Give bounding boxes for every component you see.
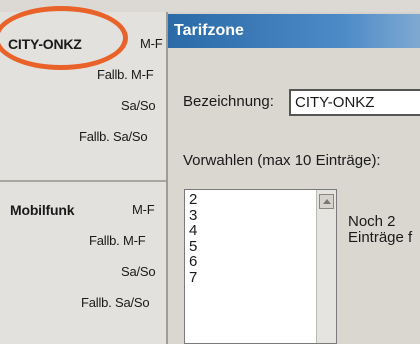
group-divider — [0, 180, 166, 182]
list-item[interactable]: 4 — [189, 223, 197, 239]
prefixes-label: Vorwahlen (max 10 Einträge): — [183, 152, 381, 169]
zone-time-fallb-saso[interactable]: Fallb. Sa/So — [81, 295, 150, 310]
scroll-up-arrow-icon[interactable] — [319, 194, 334, 209]
zone-time-mf[interactable]: M-F — [132, 202, 155, 217]
dialog-title: Tarifzone — [174, 22, 244, 39]
list-item[interactable]: 7 — [189, 269, 197, 286]
highlight-circle — [0, 6, 128, 70]
remaining-entries-line2: Einträge f — [348, 229, 413, 246]
zone-time-fallb-saso[interactable]: Fallb. Sa/So — [79, 129, 148, 144]
zone-item-mobilfunk[interactable]: Mobilfunk — [10, 202, 74, 218]
listbox-scrollbar[interactable] — [316, 190, 336, 343]
zone-time-fallb-mf[interactable]: Fallb. M-F — [89, 233, 146, 248]
name-label: Bezeichnung: — [183, 93, 274, 110]
prefixes-listbox[interactable]: 2 3 4 5 6 7 — [184, 189, 337, 344]
remaining-entries-line1: Noch 2 — [348, 213, 396, 230]
list-item[interactable]: 2 — [189, 192, 197, 208]
zone-time-mf[interactable]: M-F — [140, 36, 163, 51]
name-input[interactable]: CITY-ONKZ — [289, 89, 420, 116]
list-item[interactable]: 6 — [189, 254, 197, 270]
zone-time-fallb-mf[interactable]: Fallb. M-F — [97, 67, 154, 82]
zone-time-saso[interactable]: Sa/So — [121, 98, 156, 113]
zone-time-saso[interactable]: Sa/So — [121, 264, 156, 279]
dialog-title-bar: Tarifzone — [168, 14, 420, 48]
list-item[interactable]: 5 — [189, 238, 197, 255]
list-item[interactable]: 3 — [189, 207, 197, 224]
